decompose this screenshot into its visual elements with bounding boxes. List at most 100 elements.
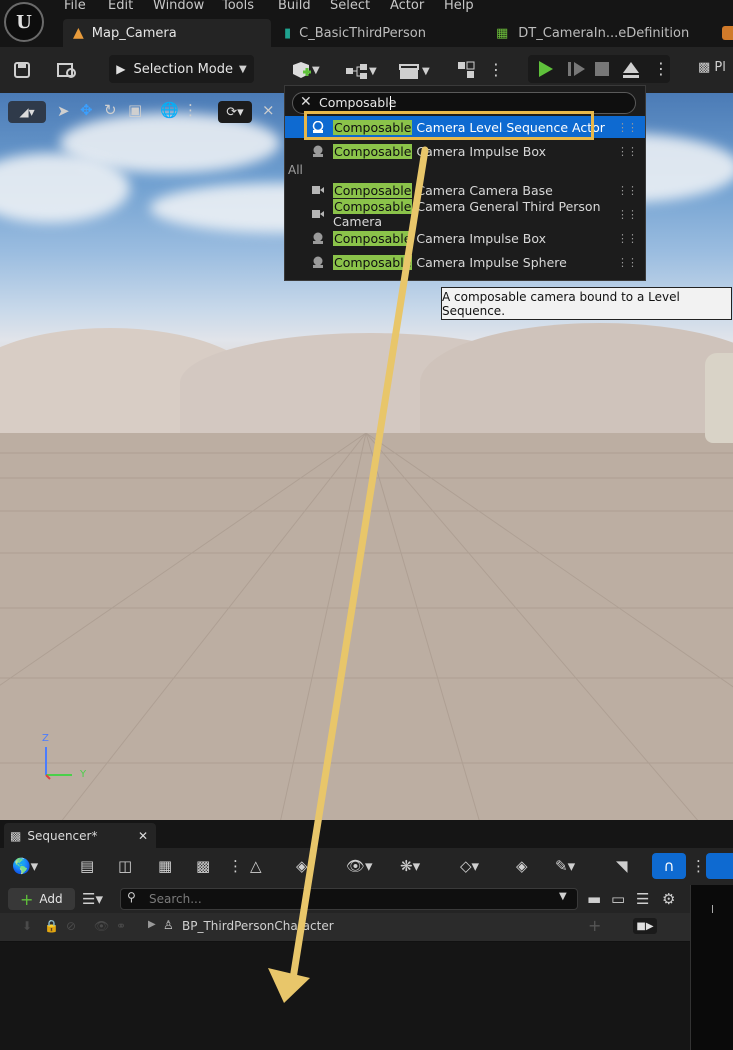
menu-select[interactable]: Select <box>330 0 370 13</box>
menu-actor[interactable]: Actor <box>390 0 424 13</box>
menu-edit[interactable]: Edit <box>108 0 133 13</box>
pin-icon[interactable]: ⬇ <box>22 919 32 933</box>
content-browser-icon[interactable] <box>52 56 82 84</box>
audio-icon[interactable]: ⚭ <box>116 919 126 933</box>
viewport-options-button[interactable]: ◢▾ <box>8 101 46 123</box>
list-icon[interactable]: ☰ <box>636 890 649 908</box>
modes-icon[interactable] <box>456 60 476 82</box>
actor-tooltip: A composable camera bound to a Level Seq… <box>441 287 732 320</box>
drag-grip-icon[interactable]: ⋮⋮ <box>617 256 638 269</box>
result-camera-camera-base[interactable]: Composable Camera Camera Base ⋮⋮ <box>285 179 645 201</box>
camera-cut-icon[interactable]: ◥ <box>616 857 628 875</box>
character-mesh[interactable] <box>705 353 733 443</box>
menu-file[interactable]: File <box>64 0 86 13</box>
expand-arrow-icon[interactable]: ▶ <box>148 919 156 930</box>
auto-key-icon[interactable]: ◈ <box>516 857 528 875</box>
more-options-icon[interactable]: ⋮ <box>183 101 198 119</box>
drag-grip-icon[interactable]: ⋮⋮ <box>617 232 638 245</box>
clear-search-icon[interactable]: ✕ <box>300 94 312 110</box>
sequencer-outliner-bar: + Add ☰▾ ⚲ Search... ▼ ▬ ▭ ☰ ⚙ <box>0 885 690 913</box>
settings-gear-icon[interactable]: ⚙ <box>662 890 675 908</box>
camera-lock-button[interactable]: ■▶ <box>633 918 657 934</box>
more-options-icon[interactable]: ⋮ <box>488 60 504 79</box>
drag-grip-icon[interactable]: ⋮⋮ <box>617 208 638 221</box>
track-row[interactable]: ⬇ 🔒 ⊘ 👁 ⚭ ▶ ♙ BP_ThirdPersonCharacter + … <box>0 913 690 942</box>
world-icon[interactable]: 🌎▾ <box>12 857 38 875</box>
collapse-icon[interactable]: ▬ <box>587 890 601 908</box>
blueprint-button[interactable]: ▼ <box>345 60 383 82</box>
sequencer-timeline[interactable] <box>690 885 733 1050</box>
snap-scale-icon[interactable]: ⨯ <box>262 101 275 119</box>
tab-sequencer[interactable]: ▩ Sequencer* ✕ <box>4 823 156 848</box>
track-label[interactable]: BP_ThirdPersonCharacter <box>182 919 334 933</box>
keyframe-icon[interactable]: ◇▾ <box>460 857 479 875</box>
find-in-browser-icon[interactable]: ◫ <box>118 857 132 875</box>
tab-overflow-icon[interactable] <box>722 26 733 40</box>
platforms-label: Pl <box>714 60 726 75</box>
tab-map-camera[interactable]: ▲ Map_Camera <box>63 19 271 47</box>
platforms-button[interactable]: ▩ Pl <box>698 60 726 75</box>
tab-label: Map_Camera <box>91 25 177 41</box>
add-track-button[interactable]: + Add <box>8 888 75 910</box>
playback-options-icon[interactable]: ❋▾ <box>400 857 420 875</box>
filter-icon[interactable]: ☰▾ <box>82 890 103 908</box>
save-sequence-icon[interactable]: ▤ <box>80 857 94 875</box>
drag-grip-icon[interactable]: ⋮⋮ <box>617 121 638 134</box>
key-icon[interactable]: ◈ <box>296 857 308 875</box>
save-icon[interactable] <box>8 56 36 84</box>
menu-build[interactable]: Build <box>278 0 311 13</box>
visibility-icon[interactable]: 👁▾ <box>346 857 373 875</box>
menu-tools[interactable]: Tools <box>222 0 254 13</box>
result-label: Composable Camera Impulse Box <box>333 143 547 159</box>
sequencer-search-input[interactable]: Search... <box>149 892 202 906</box>
more-options-icon[interactable]: ⋮ <box>228 857 243 875</box>
select-tool-icon[interactable]: ➤ <box>57 102 70 120</box>
result-camera-impulse-box[interactable]: Composable Camera Impulse Box ⋮⋮ <box>285 140 645 162</box>
expand-icon[interactable]: ▭ <box>611 890 625 908</box>
playhead-marker <box>712 905 713 913</box>
surface-snap-button[interactable]: ⟳▾ <box>218 101 252 123</box>
menu-window[interactable]: Window <box>153 0 204 13</box>
clapperboard-icon[interactable]: ▩ <box>196 857 210 875</box>
result-camera-impulse-sphere[interactable]: Composable Camera Impulse Sphere ⋮⋮ <box>285 251 645 273</box>
chevron-down-icon: ▼ <box>369 65 377 77</box>
move-tool-icon[interactable]: ✥ <box>80 101 93 119</box>
selection-mode-dropdown[interactable]: ▶ Selection Mode ▼ <box>109 55 254 83</box>
result-third-person-camera[interactable]: Composable Camera General Third Person C… <box>285 199 645 229</box>
eject-icon <box>623 62 639 78</box>
result-rest: Camera Impulse Box <box>412 143 547 159</box>
menu-help[interactable]: Help <box>444 0 474 13</box>
rotate-tool-icon[interactable]: ↻ <box>104 101 117 119</box>
edit-icon[interactable]: ✎▾ <box>555 857 575 875</box>
add-actor-button[interactable]: ▼ <box>290 59 330 81</box>
eye-icon[interactable]: 👁 <box>94 919 109 933</box>
search-match: Composable <box>333 199 413 214</box>
add-subtrack-icon[interactable]: + <box>588 916 601 935</box>
result-camera-impulse-box-all[interactable]: Composable Camera Impulse Box ⋮⋮ <box>285 227 645 249</box>
chevron-down-icon[interactable]: ▼ <box>559 891 567 902</box>
unreal-logo[interactable]: U <box>4 2 44 42</box>
mute-icon[interactable]: ⊘ <box>66 919 76 933</box>
add-label: Add <box>39 892 63 906</box>
scale-tool-icon[interactable]: ▣ <box>128 101 142 119</box>
stop-icon <box>595 62 609 76</box>
actions-icon[interactable]: △ <box>250 857 262 875</box>
world-space-icon[interactable]: 🌐 <box>160 101 179 119</box>
drag-grip-icon[interactable]: ⋮⋮ <box>617 184 638 197</box>
actor-search-input[interactable]: Composable <box>319 95 396 110</box>
cinematics-button[interactable]: ▼ <box>398 60 436 82</box>
sequencer-search-box[interactable]: ⚲ Search... ▼ <box>120 888 578 910</box>
result-label: Composable Camera Impulse Sphere <box>333 254 567 270</box>
selection-mode-label: Selection Mode <box>133 61 233 77</box>
close-icon[interactable]: ✕ <box>138 829 148 843</box>
tab-camera-rig[interactable]: ▮ C_BasicThirdPerson <box>280 19 480 47</box>
lock-icon[interactable]: 🔒 <box>44 919 59 933</box>
snap-magnet-icon[interactable]: ∩ <box>652 853 686 879</box>
search-icon: ⚲ <box>127 890 136 904</box>
drag-grip-icon[interactable]: ⋮⋮ <box>617 145 638 158</box>
snap-settings-button[interactable] <box>706 853 733 879</box>
render-movie-icon[interactable]: ▦ <box>158 857 172 875</box>
result-rest: Camera Impulse Sphere <box>412 254 567 270</box>
more-options-icon[interactable]: ⋮ <box>691 857 706 875</box>
tab-data-table[interactable]: ▦ DT_CameraIn...eDefinition <box>492 19 714 47</box>
